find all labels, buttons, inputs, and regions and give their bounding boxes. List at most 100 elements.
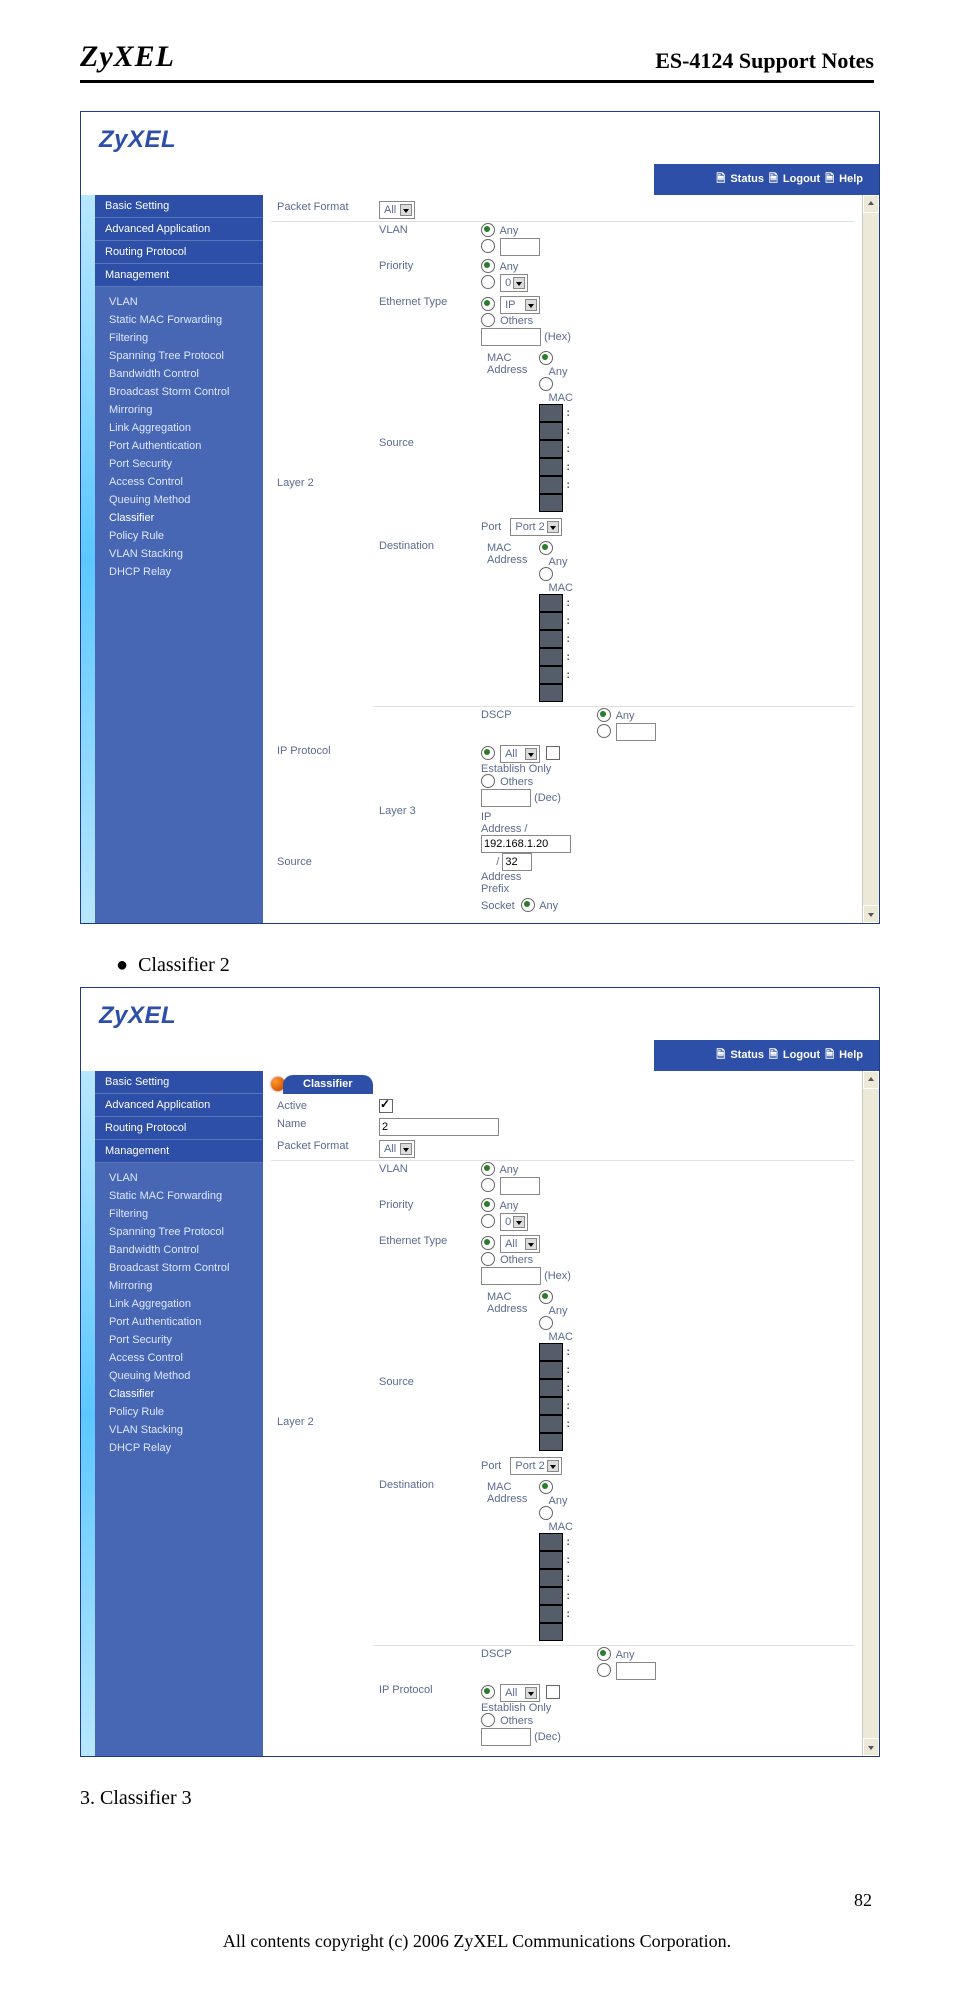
src-mac-radio[interactable] <box>539 377 553 391</box>
dst-mac-radio[interactable] <box>539 567 553 581</box>
sb2-bw[interactable]: Bandwidth Control <box>95 1241 263 1259</box>
sb2-access[interactable]: Access Control <box>95 1349 263 1367</box>
priority-select2[interactable]: 0 <box>500 1213 528 1231</box>
src-mac-radio2[interactable] <box>539 1316 553 1330</box>
scroll-up-button-2[interactable] <box>863 1071 879 1089</box>
active-check[interactable] <box>379 1099 393 1113</box>
sidebar-sub-queue[interactable]: Queuing Method <box>95 491 263 509</box>
sidebar-sub-portsec[interactable]: Port Security <box>95 455 263 473</box>
eth-other-radio2[interactable] <box>481 1252 495 1266</box>
eth-select2[interactable]: All <box>500 1235 540 1253</box>
ipp-other-radio[interactable] <box>481 774 495 788</box>
sidebar-item-management-2[interactable]: Management <box>95 1140 263 1163</box>
sb2-stp[interactable]: Spanning Tree Protocol <box>95 1223 263 1241</box>
dscp-any-radio2[interactable] <box>597 1647 611 1661</box>
sidebar-sub-linkagg[interactable]: Link Aggregation <box>95 419 263 437</box>
eth-other-input2[interactable] <box>481 1267 541 1285</box>
dscp-val-radio[interactable] <box>597 724 611 738</box>
logout-link-2[interactable]: 🗎 Logout <box>769 1049 820 1061</box>
dscp-val-radio2[interactable] <box>597 1663 611 1677</box>
ipp-select[interactable]: All <box>500 745 540 763</box>
sidebar-item-advanced[interactable]: Advanced Application <box>95 218 263 241</box>
sb2-vlanstack[interactable]: VLAN Stacking <box>95 1421 263 1439</box>
dscp-input2[interactable] <box>616 1662 656 1680</box>
src-prefix-input[interactable] <box>502 853 532 871</box>
sidebar-sub-bw[interactable]: Bandwidth Control <box>95 365 263 383</box>
sidebar-item-management[interactable]: Management <box>95 264 263 287</box>
vlan-id-input2[interactable] <box>500 1177 540 1195</box>
dst-mac-any-radio2[interactable] <box>539 1480 553 1494</box>
priority-select[interactable]: 0 <box>500 274 528 292</box>
eth-ip-radio[interactable] <box>481 297 495 311</box>
pri-any-radio[interactable] <box>481 259 495 273</box>
status-link[interactable]: 🗎 Status <box>716 173 764 185</box>
scroll-up-button[interactable] <box>863 195 879 213</box>
vertical-scrollbar-2[interactable] <box>862 1071 879 1756</box>
help-link-2[interactable]: 🗎 Help <box>825 1049 863 1061</box>
dst-mac-input2[interactable]: ::::: <box>539 1536 573 1638</box>
sb2-mirror[interactable]: Mirroring <box>95 1277 263 1295</box>
sidebar-sub-smac[interactable]: Static MAC Forwarding <box>95 311 263 329</box>
sb2-policy[interactable]: Policy Rule <box>95 1403 263 1421</box>
sidebar-item-routing-2[interactable]: Routing Protocol <box>95 1117 263 1140</box>
ipp-other-radio2[interactable] <box>481 1713 495 1727</box>
sidebar-sub-bcast[interactable]: Broadcast Storm Control <box>95 383 263 401</box>
classifier-tab[interactable]: Classifier <box>283 1075 373 1094</box>
ipp-select2[interactable]: All <box>500 1684 540 1702</box>
sidebar-sub-portauth[interactable]: Port Authentication <box>95 437 263 455</box>
src-mac-any-radio[interactable] <box>539 351 553 365</box>
sidebar-sub-classifier[interactable]: Classifier <box>95 509 263 527</box>
sb2-portauth[interactable]: Port Authentication <box>95 1313 263 1331</box>
src-port-select[interactable]: Port 2 <box>510 518 561 536</box>
vlan-id-radio2[interactable] <box>481 1178 495 1192</box>
src-port-select2[interactable]: Port 2 <box>510 1457 561 1475</box>
help-link[interactable]: 🗎 Help <box>825 173 863 185</box>
vlan-id-input[interactable] <box>500 238 540 256</box>
dst-mac-input[interactable]: ::::: <box>539 597 573 699</box>
dscp-input[interactable] <box>616 723 656 741</box>
src-mac-input[interactable]: ::::: <box>539 407 573 509</box>
ipp-other-input2[interactable] <box>481 1728 531 1746</box>
ipp-other-input[interactable] <box>481 789 531 807</box>
vlan-id-radio[interactable] <box>481 239 495 253</box>
dst-mac-any-radio[interactable] <box>539 541 553 555</box>
sidebar-item-basic-2[interactable]: Basic Setting <box>95 1071 263 1094</box>
src-mac-any-radio2[interactable] <box>539 1290 553 1304</box>
sidebar-item-routing[interactable]: Routing Protocol <box>95 241 263 264</box>
vlan-any-radio2[interactable] <box>481 1162 495 1176</box>
ipp-all-radio2[interactable] <box>481 1685 495 1699</box>
eth-all-radio2[interactable] <box>481 1236 495 1250</box>
eth-other-input[interactable] <box>481 328 541 346</box>
vertical-scrollbar[interactable] <box>862 195 879 923</box>
dscp-any-radio[interactable] <box>597 708 611 722</box>
sidebar-sub-dhcp[interactable]: DHCP Relay <box>95 563 263 581</box>
pri-val-radio2[interactable] <box>481 1214 495 1228</box>
sidebar-sub-filter[interactable]: Filtering <box>95 329 263 347</box>
sidebar-sub-access[interactable]: Access Control <box>95 473 263 491</box>
sidebar-sub-vlan[interactable]: VLAN <box>95 293 263 311</box>
packet-format-select[interactable]: All <box>379 201 415 219</box>
pri-any-radio2[interactable] <box>481 1198 495 1212</box>
sb2-queue[interactable]: Queuing Method <box>95 1367 263 1385</box>
sidebar-sub-stp[interactable]: Spanning Tree Protocol <box>95 347 263 365</box>
sb2-linkagg[interactable]: Link Aggregation <box>95 1295 263 1313</box>
sidebar-sub-policy[interactable]: Policy Rule <box>95 527 263 545</box>
sb2-portsec[interactable]: Port Security <box>95 1331 263 1349</box>
eth-select[interactable]: IP <box>500 296 540 314</box>
vlan-any-radio[interactable] <box>481 223 495 237</box>
estonly-check[interactable] <box>546 746 560 760</box>
eth-other-radio[interactable] <box>481 313 495 327</box>
sidebar-sub-vlanstack[interactable]: VLAN Stacking <box>95 545 263 563</box>
sb2-bcast[interactable]: Broadcast Storm Control <box>95 1259 263 1277</box>
sb2-classifier[interactable]: Classifier <box>95 1385 263 1403</box>
dst-mac-radio2[interactable] <box>539 1506 553 1520</box>
sb2-smac[interactable]: Static MAC Forwarding <box>95 1187 263 1205</box>
src-ip-input[interactable] <box>481 835 571 853</box>
src-mac-input2[interactable]: ::::: <box>539 1346 573 1448</box>
sb2-dhcp[interactable]: DHCP Relay <box>95 1439 263 1457</box>
sb2-vlan[interactable]: VLAN <box>95 1169 263 1187</box>
scroll-down-button[interactable] <box>863 905 879 923</box>
pri-val-radio[interactable] <box>481 275 495 289</box>
socket-any-radio[interactable] <box>521 898 535 912</box>
sidebar-sub-mirror[interactable]: Mirroring <box>95 401 263 419</box>
